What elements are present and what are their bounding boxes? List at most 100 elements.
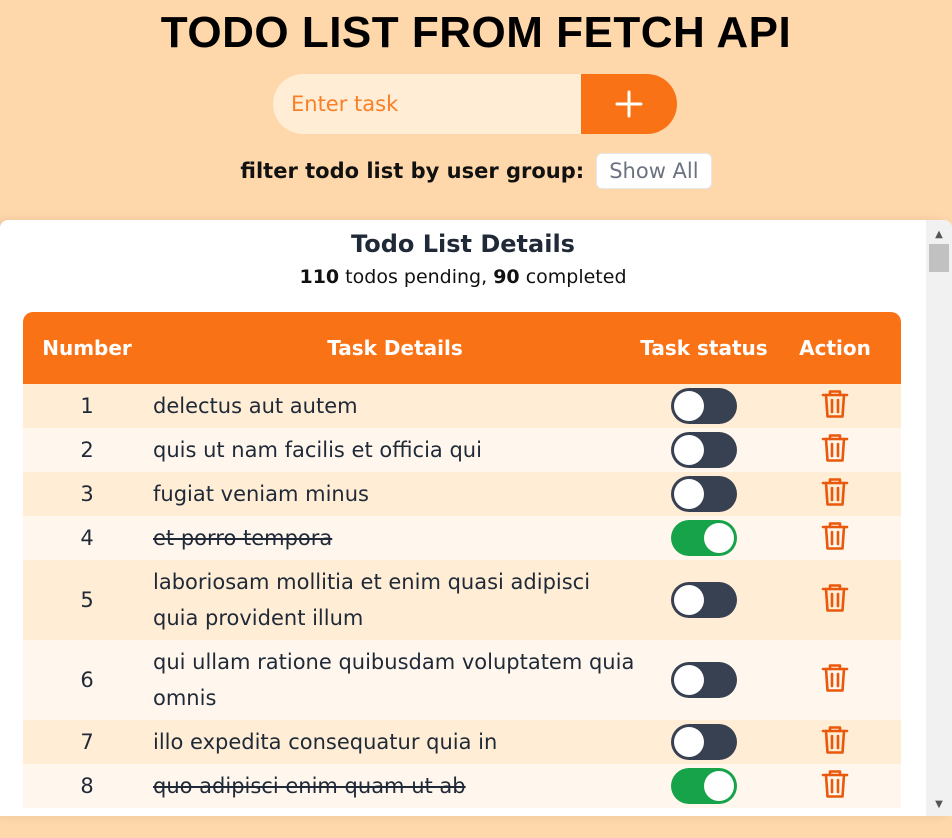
- add-task-button[interactable]: [581, 74, 677, 134]
- trash-icon: [821, 725, 849, 754]
- status-toggle[interactable]: [671, 582, 737, 618]
- delete-task-button[interactable]: [821, 724, 849, 756]
- row-task-status: [639, 428, 769, 472]
- row-action: [769, 516, 901, 560]
- table-header-row: Number Task Details Task status Action: [23, 312, 901, 384]
- row-action: [769, 472, 901, 516]
- scroll-up-arrow-icon[interactable]: ▲: [926, 224, 952, 244]
- table-row: 5 laboriosam mollitia et enim quasi adipi…: [23, 560, 901, 640]
- header-action: Action: [799, 336, 871, 360]
- row-task-details: quo adipisci enim quam ut ab: [153, 774, 466, 798]
- plus-icon: [615, 90, 643, 118]
- row-task-details: fugiat veniam minus: [153, 482, 369, 506]
- delete-task-button[interactable]: [821, 662, 849, 694]
- row-action: [769, 764, 901, 808]
- delete-task-button[interactable]: [821, 582, 849, 614]
- trash-icon: [821, 663, 849, 692]
- row-number: 7: [80, 730, 94, 754]
- page: TODO LIST FROM FETCH API filter todo lis…: [0, 0, 952, 838]
- trash-icon: [821, 521, 849, 550]
- status-toggle[interactable]: [671, 662, 737, 698]
- trash-icon: [821, 389, 849, 418]
- row-task-status: [639, 764, 769, 808]
- toggle-knob: [674, 479, 704, 509]
- row-task-status: [639, 640, 769, 720]
- toggle-knob: [674, 435, 704, 465]
- delete-task-button[interactable]: [821, 476, 849, 508]
- completed-text: completed: [519, 266, 627, 288]
- user-group-select[interactable]: Show All: [596, 153, 712, 189]
- row-number: 1: [80, 394, 94, 418]
- header-number: Number: [42, 336, 132, 360]
- trash-icon: [821, 433, 849, 462]
- todo-table-container: Number Task Details Task status Action 1…: [23, 312, 901, 816]
- toggle-knob: [674, 585, 704, 615]
- row-task-details: et porro tempora: [153, 526, 333, 550]
- task-input[interactable]: [273, 74, 581, 134]
- row-number: 5: [80, 588, 94, 612]
- status-toggle[interactable]: [671, 388, 737, 424]
- toggle-knob: [704, 771, 734, 801]
- row-action: [769, 428, 901, 472]
- header-task-status: Task status: [640, 336, 768, 360]
- status-toggle[interactable]: [671, 768, 737, 804]
- row-task-details: qui ullam ratione quibusdam voluptatem q…: [153, 650, 635, 710]
- status-toggle[interactable]: [671, 476, 737, 512]
- panel-title: Todo List Details: [351, 230, 575, 258]
- row-number: 4: [80, 526, 94, 550]
- row-task-status: [639, 472, 769, 516]
- scroll-thumb[interactable]: [929, 244, 949, 272]
- row-task-details: delectus aut autem: [153, 394, 358, 418]
- row-action: [769, 640, 901, 720]
- row-action: [769, 720, 901, 764]
- trash-icon: [821, 769, 849, 798]
- trash-icon: [821, 477, 849, 506]
- header-task-details: Task Details: [327, 336, 463, 360]
- row-task-status: [639, 384, 769, 428]
- status-toggle[interactable]: [671, 432, 737, 468]
- table-row: 6 qui ullam ratione quibusdam voluptatem …: [23, 640, 901, 720]
- pending-count: 110: [299, 266, 340, 288]
- page-title: TODO LIST FROM FETCH API: [160, 8, 792, 57]
- status-toggle[interactable]: [671, 520, 737, 556]
- row-task-status: [639, 720, 769, 764]
- scrollbar[interactable]: ▲ ▼: [926, 220, 952, 816]
- pending-text: todos pending,: [339, 266, 494, 288]
- row-number: 8: [80, 774, 94, 798]
- delete-task-button[interactable]: [821, 768, 849, 800]
- completed-count: 90: [493, 266, 520, 288]
- table-row: 1 delectus aut autem: [23, 384, 901, 428]
- status-toggle[interactable]: [671, 724, 737, 760]
- row-action: [769, 560, 901, 640]
- delete-task-button[interactable]: [821, 520, 849, 552]
- delete-task-button[interactable]: [821, 432, 849, 464]
- table-row: 8 quo adipisci enim quam ut ab: [23, 764, 901, 808]
- toggle-knob: [674, 665, 704, 695]
- todo-panel: Todo List Details 110 todos pending, 90 …: [0, 220, 952, 816]
- todo-table: Number Task Details Task status Action 1…: [23, 312, 901, 808]
- filter-label: filter todo list by user group:: [240, 159, 585, 183]
- toggle-knob: [674, 391, 704, 421]
- add-task-form: [273, 74, 677, 134]
- todo-table-body: 1 delectus aut autem 2 quis ut nam facilis …: [23, 384, 901, 808]
- delete-task-button[interactable]: [821, 388, 849, 420]
- toggle-knob: [704, 523, 734, 553]
- row-task-details: illo expedita consequatur quia in: [153, 730, 498, 754]
- row-number: 3: [80, 482, 94, 506]
- table-row: 7 illo expedita consequatur quia in: [23, 720, 901, 764]
- table-row: 3 fugiat veniam minus: [23, 472, 901, 516]
- table-row: 2 quis ut nam facilis et officia qui: [23, 428, 901, 472]
- toggle-knob: [674, 727, 704, 757]
- scroll-down-arrow-icon[interactable]: ▼: [926, 794, 952, 814]
- row-number: 2: [80, 438, 94, 462]
- row-task-details: quis ut nam facilis et officia qui: [153, 438, 482, 462]
- row-task-details: laboriosam mollitia et enim quasi adipis…: [153, 570, 591, 630]
- row-number: 6: [80, 668, 94, 692]
- row-action: [769, 384, 901, 428]
- todo-summary: 110 todos pending, 90 completed: [0, 266, 926, 288]
- table-row: 4 et porro tempora: [23, 516, 901, 560]
- filter-row: filter todo list by user group: Show All: [0, 153, 952, 189]
- row-task-status: [639, 516, 769, 560]
- row-task-status: [639, 560, 769, 640]
- trash-icon: [821, 583, 849, 612]
